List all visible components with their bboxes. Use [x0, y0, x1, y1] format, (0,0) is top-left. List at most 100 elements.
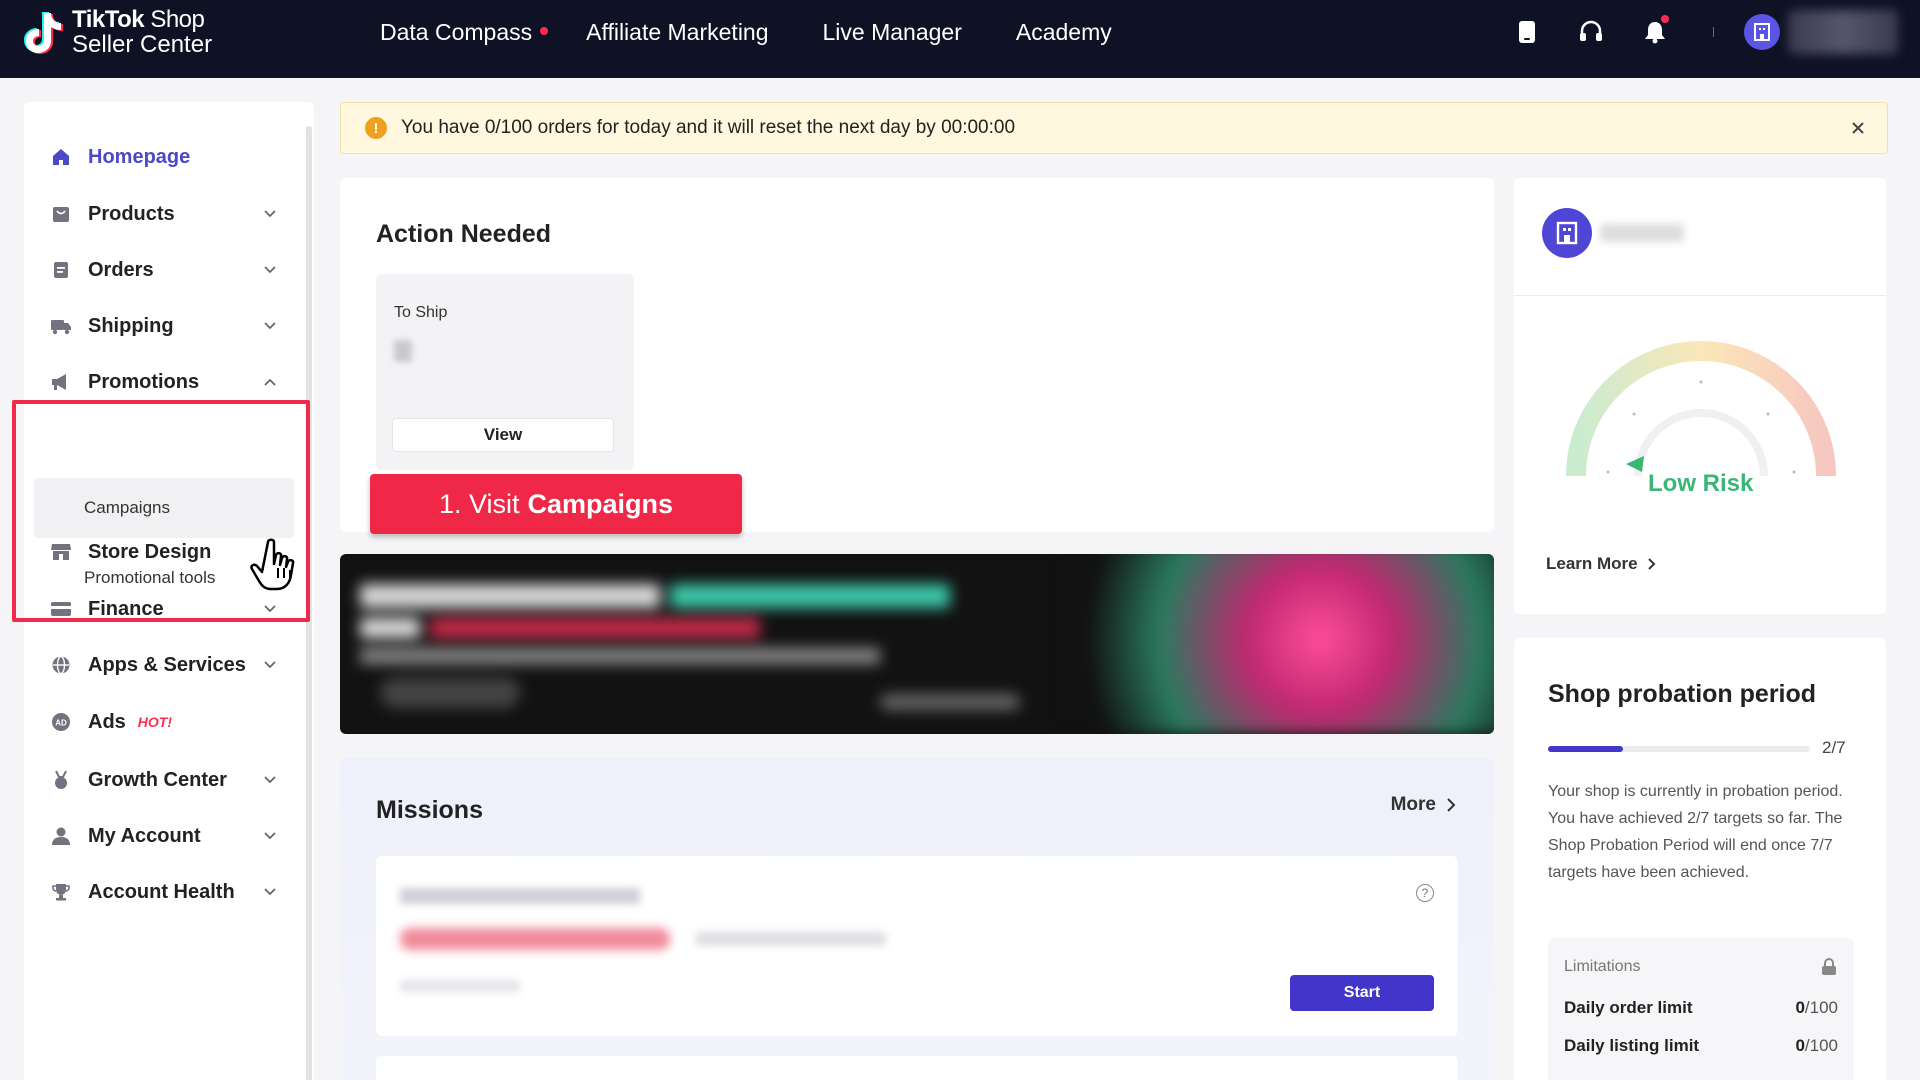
chevron-down-icon [262, 657, 278, 673]
sidebar-item-label: Apps & Services [88, 653, 246, 676]
close-icon[interactable] [1849, 119, 1867, 137]
callout-bold: Campaigns [527, 488, 674, 519]
learn-more-link[interactable]: Learn More [1546, 554, 1656, 574]
limit-max: /100 [1804, 1036, 1838, 1055]
missions-card: Missions More ? Start [340, 758, 1494, 1080]
sidebar-item-my-account[interactable]: My Account [24, 806, 314, 866]
daily-order-limit-row: Daily order limit 0/100 [1564, 998, 1838, 1018]
notification-dot [540, 26, 549, 35]
divider [1713, 27, 1714, 37]
bell-icon[interactable] [1641, 15, 1669, 46]
daily-listing-limit-row: Daily listing limit 0/100 [1564, 1036, 1838, 1056]
start-button[interactable]: Start [1290, 975, 1434, 1011]
probation-progress-bar [1548, 746, 1810, 752]
missions-title: Missions [376, 796, 483, 824]
truck-icon [50, 315, 72, 337]
step-callout: 1. Visit Campaigns [370, 474, 742, 534]
bag-icon [50, 203, 72, 225]
home-icon [50, 146, 72, 168]
logo-subtitle: Seller Center [72, 31, 213, 58]
store-icon [1542, 208, 1592, 258]
user-icon [50, 825, 72, 847]
hot-badge: HOT! [137, 714, 173, 730]
nav-data-compass[interactable]: Data Compass [380, 19, 549, 46]
to-ship-count-redacted [394, 340, 412, 362]
sidebar-item-orders[interactable]: Orders [24, 240, 314, 300]
megaphone-icon [50, 371, 72, 393]
lock-icon [1820, 958, 1838, 976]
risk-level-label: Low Risk [1648, 470, 1754, 497]
sidebar-item-growth-center[interactable]: Growth Center [24, 750, 314, 810]
limit-label: Daily listing limit [1564, 1036, 1700, 1055]
chevron-right-icon [1647, 558, 1656, 570]
sidebar-item-label: Products [88, 202, 175, 225]
medal-icon [50, 769, 72, 791]
action-needed-title: Action Needed [376, 220, 552, 248]
top-icons [1477, 0, 1920, 64]
top-bar: TikTok Shop Seller Center Data Compass A… [0, 0, 1920, 78]
to-ship-tile[interactable]: To Ship View [376, 274, 634, 470]
account-name-redacted[interactable] [1788, 10, 1898, 54]
nav-affiliate-marketing[interactable]: Affiliate Marketing [586, 19, 768, 46]
sidebar-item-label: Orders [88, 258, 154, 281]
logo-brand: TikTok [72, 6, 145, 33]
chevron-down-icon [262, 884, 278, 900]
tiktok-logo-icon [24, 9, 64, 57]
chevron-down-icon [262, 772, 278, 788]
probation-progress-fill [1548, 746, 1623, 752]
alert-text: You have 0/100 orders for today and it w… [401, 117, 1016, 138]
limit-label: Daily order limit [1564, 998, 1693, 1017]
order-limit-alert: ! You have 0/100 orders for today and it… [340, 102, 1888, 154]
more-link[interactable]: More [1391, 794, 1456, 816]
sidebar-item-label: Homepage [88, 145, 191, 168]
probation-card: Shop probation period 2/7 Your shop is c… [1514, 638, 1886, 1080]
bell-notification-dot [1661, 15, 1669, 23]
sidebar-item-ads[interactable]: AD Ads HOT! [24, 692, 314, 752]
to-ship-label: To Ship [394, 304, 448, 321]
chevron-down-icon [262, 206, 278, 222]
chevron-down-icon [262, 828, 278, 844]
top-nav: Data Compass Affiliate Marketing Live Ma… [380, 0, 1112, 64]
limitations-title: Limitations [1564, 958, 1641, 975]
nav-live-manager[interactable]: Live Manager [823, 19, 962, 46]
trophy-icon [50, 881, 72, 903]
logo-suffix: Shop [150, 6, 205, 33]
store-avatar-icon[interactable] [1744, 14, 1780, 50]
limit-used: 0 [1795, 1036, 1805, 1055]
sidebar-item-label: Ads [88, 710, 126, 733]
warning-icon: ! [365, 117, 387, 139]
chevron-up-icon [262, 374, 278, 390]
limitations-panel: Limitations Daily order limit 0/100 Dail… [1548, 938, 1854, 1080]
mission-item [376, 1056, 1458, 1080]
sidebar-item-label: Growth Center [88, 768, 227, 791]
sidebar-item-shipping[interactable]: Shipping [24, 296, 314, 356]
sidebar-item-products[interactable]: Products [24, 184, 314, 244]
view-button[interactable]: View [392, 418, 614, 452]
sidebar-item-homepage[interactable]: Homepage [24, 127, 314, 187]
sidebar-item-account-health[interactable]: Account Health [24, 862, 314, 922]
limit-max: /100 [1804, 998, 1838, 1017]
probation-progress-count: 2/7 [1822, 738, 1846, 757]
chevron-down-icon [262, 262, 278, 278]
promo-banner[interactable] [340, 554, 1494, 734]
svg-text:AD: AD [55, 719, 67, 728]
nav-academy[interactable]: Academy [1016, 19, 1112, 46]
phone-icon[interactable] [1513, 18, 1541, 46]
clipboard-icon [50, 259, 72, 281]
sidebar-item-label: Shipping [88, 314, 174, 337]
chevron-right-icon [1447, 798, 1456, 812]
callout-prefix: 1. Visit [438, 488, 520, 519]
mission-item: ? Start [376, 856, 1458, 1036]
probation-title: Shop probation period [1548, 680, 1817, 708]
ads-icon: AD [50, 711, 72, 733]
tiktok-shop-logo[interactable]: TikTok Shop Seller Center [24, 8, 212, 57]
sidebar-item-apps-services[interactable]: Apps & Services [24, 635, 314, 695]
hand-cursor-icon [250, 538, 295, 591]
probation-description: Your shop is currently in probation peri… [1548, 783, 1843, 881]
chevron-down-icon [262, 318, 278, 334]
globe-icon [50, 654, 72, 676]
shop-name-redacted [1600, 224, 1684, 242]
headset-icon[interactable] [1577, 18, 1605, 46]
help-icon[interactable]: ? [1416, 884, 1434, 902]
sidebar-item-label: Account Health [88, 880, 235, 903]
